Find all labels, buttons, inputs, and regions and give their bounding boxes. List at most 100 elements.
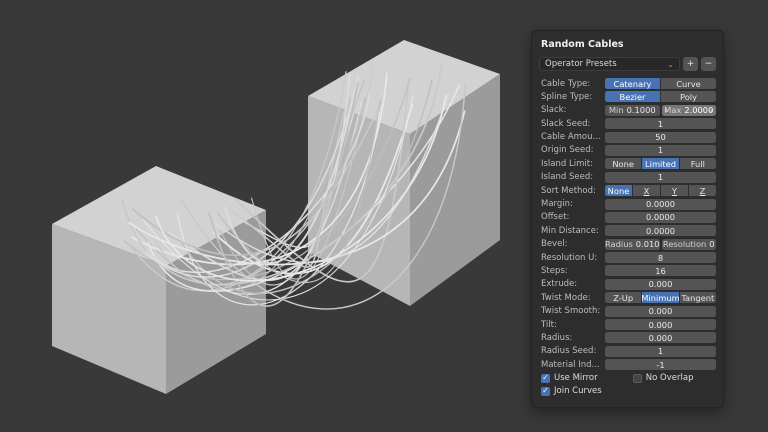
use-mirror-checkbox[interactable]: ✓ — [541, 374, 550, 383]
field-value: 1 — [658, 145, 663, 155]
option-minimum[interactable]: Minimum — [642, 292, 678, 303]
option-tangent[interactable]: Tangent — [680, 292, 716, 303]
remove-preset-button[interactable]: − — [701, 57, 716, 71]
decrement-arrow-icon[interactable]: ‹ — [665, 106, 668, 115]
row-control-twist-smooth: 0.000 — [605, 306, 716, 317]
resolution-u-field[interactable]: 8 — [605, 252, 716, 263]
min-distance-field[interactable]: 0.0000 — [605, 225, 716, 236]
checkbox-no-overlap[interactable]: No Overlap — [633, 373, 694, 383]
field-value: 0.010 — [636, 239, 660, 249]
slack-max-field[interactable]: ‹Max2.0000› — [662, 105, 717, 116]
island-limit-enum: NoneLimitedFull — [605, 158, 716, 169]
check-icon: ✓ — [542, 387, 549, 395]
twist-smooth-field[interactable]: 0.000 — [605, 306, 716, 317]
row-control-radius-seed: 1 — [605, 346, 716, 357]
option-bezier[interactable]: Bezier — [605, 91, 660, 102]
random-cables-panel: Random Cables Operator Presets ⌄ + − Cab… — [531, 30, 724, 408]
row-min-distance: Min Distance:0.0000 — [539, 225, 716, 236]
option-full[interactable]: Full — [680, 158, 716, 169]
row-control-steps: 16 — [605, 265, 716, 276]
option-y[interactable]: Y — [661, 185, 688, 196]
row-slack-seed: Slack Seed: 1 — [539, 118, 716, 129]
increment-arrow-icon[interactable]: › — [710, 106, 713, 115]
row-spline-type: Spline Type:BezierPoly — [539, 91, 716, 102]
row-label-twist-smooth: Twist Smooth: — [539, 306, 605, 316]
field-value: 0.0000 — [646, 212, 675, 222]
origin-seed-field[interactable]: 1 — [605, 145, 716, 156]
row-label-cable-amou: Cable Amou... — [539, 132, 605, 142]
option-z[interactable]: Z — [689, 185, 716, 196]
option-poly[interactable]: Poly — [661, 91, 716, 102]
row-control-slack-seed: 1 — [605, 118, 716, 129]
row-twist-smooth: Twist Smooth: 0.000 — [539, 306, 716, 317]
row-radius: Radius:0.000 — [539, 332, 716, 343]
no-overlap-checkbox[interactable] — [633, 374, 642, 383]
row-control-margin: 0.0000 — [605, 199, 716, 210]
slack-min-field[interactable]: Min0.1000 — [605, 105, 660, 116]
radius-seed-field[interactable]: 1 — [605, 346, 716, 357]
row-label-slack-seed: Slack Seed: — [539, 119, 605, 129]
row-label-material-ind: Material Ind... — [539, 360, 605, 370]
checkbox-use-mirror[interactable]: ✓Use Mirror — [539, 373, 633, 383]
panel-title: Random Cables — [541, 39, 716, 50]
field-value: 1 — [658, 119, 663, 129]
row-tilt: Tilt:0.000 — [539, 319, 716, 330]
row-label-offset: Offset: — [539, 212, 605, 222]
field-value: 0.000 — [649, 279, 673, 289]
operator-presets-dropdown[interactable]: Operator Presets ⌄ — [539, 57, 680, 71]
extrude-field[interactable]: 0.000 — [605, 279, 716, 290]
row-offset: Offset: 0.0000 — [539, 212, 716, 223]
row-label-twist-mode: Twist Mode: — [539, 293, 605, 303]
slack-seed-field[interactable]: 1 — [605, 118, 716, 129]
checkbox-join-curves[interactable]: ✓Join Curves — [539, 386, 633, 396]
option-none[interactable]: None — [605, 185, 632, 196]
row-radius-seed: Radius Seed:1 — [539, 346, 716, 357]
row-extrude: Extrude: 0.000 — [539, 279, 716, 290]
bevel-resolution-field[interactable]: Resolution0 — [662, 239, 717, 250]
field-prefix: Min — [609, 105, 624, 115]
sort-method-enum: NoneXYZ — [605, 185, 716, 196]
row-island-limit: Island Limit:NoneLimitedFull — [539, 158, 716, 169]
row-material-ind: Material Ind...-1 — [539, 359, 716, 370]
option-none[interactable]: None — [605, 158, 641, 169]
offset-field[interactable]: 0.0000 — [605, 212, 716, 223]
row-label-radius: Radius: — [539, 333, 605, 343]
island-seed-field[interactable]: 1 — [605, 172, 716, 183]
add-preset-button[interactable]: + — [683, 57, 698, 71]
field-value: 0.000 — [649, 306, 673, 316]
join-curves-checkbox[interactable]: ✓ — [541, 387, 550, 396]
row-slack: Slack:Min0.1000‹Max2.0000› — [539, 105, 716, 116]
row-sort-method: Sort Method:NoneXYZ — [539, 185, 716, 196]
row-label-island-limit: Island Limit: — [539, 159, 605, 169]
row-control-island-seed: 1 — [605, 172, 716, 183]
option-z-up[interactable]: Z-Up — [605, 292, 641, 303]
field-value: 0.0000 — [646, 226, 675, 236]
radius-field[interactable]: 0.000 — [605, 332, 716, 343]
cable-amou-field[interactable]: 50 — [605, 132, 716, 143]
row-island-seed: Island Seed: 1 — [539, 172, 716, 183]
margin-field[interactable]: 0.0000 — [605, 199, 716, 210]
row-control-twist-mode: Z-UpMinimumTangent — [605, 292, 716, 303]
field-prefix: Radius — [605, 239, 633, 249]
row-label-extrude: Extrude: — [539, 279, 605, 289]
option-catenary[interactable]: Catenary — [605, 78, 660, 89]
row-control-cable-type: CatenaryCurve — [605, 78, 716, 89]
row-bevel: Bevel:Radius0.010Resolution0 — [539, 239, 716, 250]
material-ind-field[interactable]: -1 — [605, 359, 716, 370]
option-curve[interactable]: Curve — [661, 78, 716, 89]
row-label-tilt: Tilt: — [539, 320, 605, 330]
row-resolution-u: Resolution U:8 — [539, 252, 716, 263]
row-label-island-seed: Island Seed: — [539, 172, 605, 182]
row-checkboxes: ✓Use MirrorNo Overlap — [539, 373, 716, 384]
tilt-field[interactable]: 0.000 — [605, 319, 716, 330]
option-x[interactable]: X — [633, 185, 660, 196]
steps-field[interactable]: 16 — [605, 265, 716, 276]
field-value: 1 — [658, 172, 663, 182]
row-label-spline-type: Spline Type: — [539, 92, 605, 102]
row-control-cable-amou: 50 — [605, 132, 716, 143]
bevel-radius-field[interactable]: Radius0.010 — [605, 239, 660, 250]
field-value: 0.1000 — [627, 105, 656, 115]
row-label-slack: Slack: — [539, 105, 605, 115]
option-limited[interactable]: Limited — [642, 158, 678, 169]
row-label-bevel: Bevel: — [539, 239, 605, 249]
